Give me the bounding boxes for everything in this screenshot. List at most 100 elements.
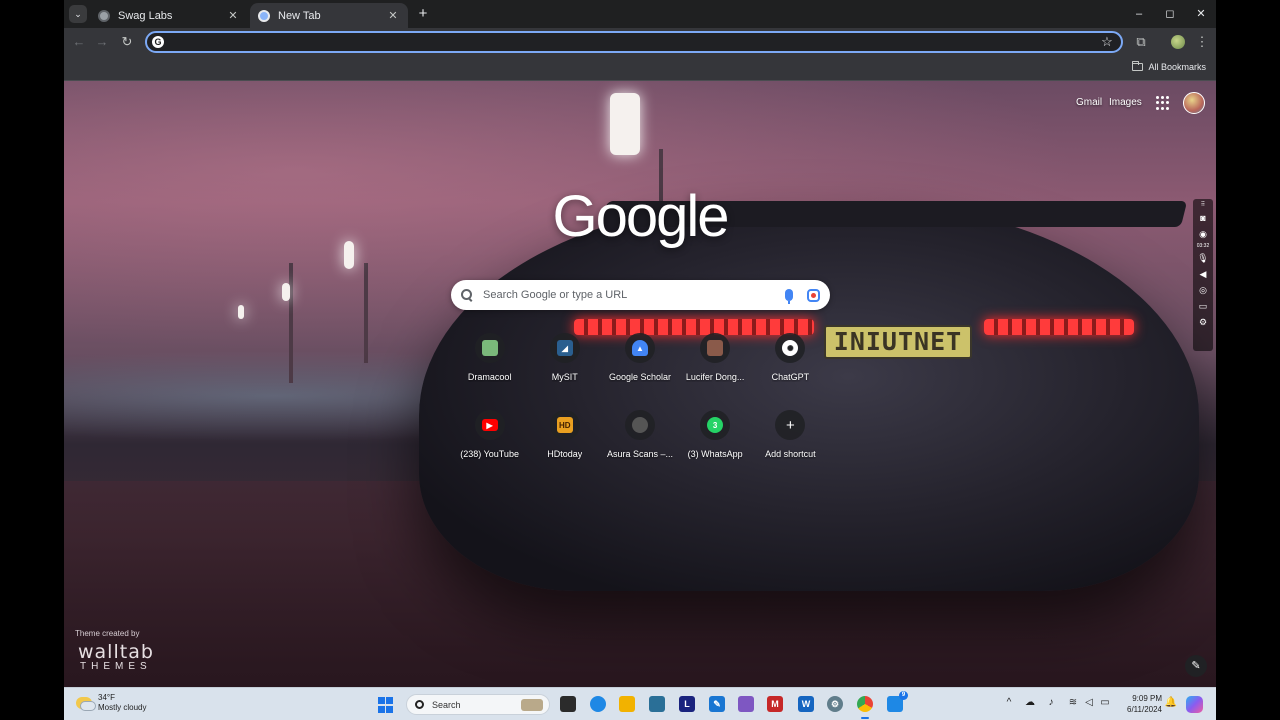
mic-tray-icon[interactable]: ♪: [1044, 697, 1058, 708]
search-highlight-icon: [521, 698, 543, 711]
lucifer-icon: [707, 340, 724, 356]
bookmarks-bar: All Bookmarks: [64, 56, 1216, 81]
teams-icon[interactable]: 9: [887, 691, 908, 712]
whiteboard-icon[interactable]: ✎: [709, 696, 725, 712]
tab-swag-labs[interactable]: Swag Labs ✕: [90, 3, 248, 28]
shortcut-youtube[interactable]: ▶ (238) YouTube: [452, 404, 527, 474]
shortcut-icon-bg: ▲: [624, 333, 655, 363]
ntp-search-input[interactable]: [483, 289, 785, 301]
close-window-button[interactable]: ✕: [1191, 5, 1211, 23]
task-view-icon[interactable]: [560, 696, 576, 712]
shortcut-label: Dramacool: [467, 372, 512, 382]
extensions-icon[interactable]: ⧉: [1131, 32, 1151, 52]
folder-icon: [1132, 61, 1144, 71]
shortcut-icon-bg: [624, 410, 655, 440]
forward-button[interactable]: →: [92, 32, 112, 52]
chevron-down-icon: ⌄: [74, 8, 82, 19]
shortcut-add[interactable]: + Add shortcut: [753, 404, 828, 474]
wifi-icon[interactable]: ≋: [1066, 697, 1080, 708]
shortcut-dramacool[interactable]: Dramacool: [452, 327, 527, 397]
shortcut-mysit[interactable]: ◢ MySIT: [527, 327, 602, 397]
google-apps-icon[interactable]: [1156, 96, 1170, 110]
shortcut-label: ChatGPT: [771, 372, 810, 382]
reload-button[interactable]: ↻: [117, 32, 137, 52]
notes-app-icon[interactable]: [738, 696, 754, 712]
weather-widget[interactable]: 34°F Mostly cloudy: [76, 693, 146, 713]
notification-badge: 9: [899, 691, 908, 700]
theme-brand-logo[interactable]: walltab: [78, 641, 154, 663]
images-link[interactable]: Images: [1109, 97, 1142, 108]
windows-taskbar: 34°F Mostly cloudy Search L ✎ M W ⚙ 9 ^ …: [64, 687, 1216, 720]
tab-strip: ⌄ Swag Labs ✕ New Tab ✕ + – ◻ ✕: [64, 0, 1216, 28]
recorder-menu-icon[interactable]: ⠿: [1196, 201, 1210, 209]
record-icon[interactable]: ◉: [1196, 227, 1210, 241]
new-tab-button[interactable]: +: [414, 5, 432, 23]
store-icon[interactable]: [649, 696, 665, 712]
mcafee-icon[interactable]: M: [767, 696, 783, 712]
search-icon: [461, 289, 473, 301]
shortcut-asura-scans[interactable]: Asura Scans –...: [602, 404, 677, 474]
shortcut-whatsapp[interactable]: 3 (3) WhatsApp: [678, 404, 753, 474]
shortcut-label: (238) YouTube: [460, 449, 519, 459]
settings-gear-icon[interactable]: ⚙: [1196, 315, 1210, 329]
toolbar: ← → ↻ G ☆ ⧉ ⋮: [64, 28, 1216, 56]
shortcut-google-scholar[interactable]: ▲ Google Scholar: [602, 327, 677, 397]
menu-kebab-icon[interactable]: ⋮: [1192, 32, 1212, 52]
notification-bell-icon[interactable]: 🔔: [1164, 697, 1178, 708]
back-button[interactable]: ←: [69, 32, 89, 52]
chrome-taskbar-icon[interactable]: [857, 696, 873, 719]
profile-avatar[interactable]: [1171, 35, 1185, 49]
youtube-icon: ▶: [481, 419, 498, 431]
close-icon[interactable]: ✕: [386, 9, 400, 22]
gmail-link[interactable]: Gmail: [1076, 97, 1102, 108]
mysit-icon: ◢: [556, 340, 573, 356]
shortcut-lucifer[interactable]: Lucifer Dong...: [678, 327, 753, 397]
webcam-icon[interactable]: ◎: [1196, 283, 1210, 297]
word-icon[interactable]: W: [798, 696, 814, 712]
partly-cloudy-icon: [76, 697, 96, 711]
minimize-button[interactable]: –: [1129, 5, 1149, 23]
close-icon[interactable]: ✕: [226, 9, 240, 22]
shortcut-hdtoday[interactable]: HD HDtoday: [527, 404, 602, 474]
bookmark-star-icon[interactable]: ☆: [1097, 34, 1117, 50]
taskbar-search[interactable]: Search: [406, 694, 550, 715]
shortcut-icon-bg: ▶: [474, 410, 505, 440]
windows-start-icon[interactable]: [378, 697, 394, 713]
edge-icon[interactable]: [590, 696, 606, 712]
file-explorer-icon[interactable]: [619, 696, 635, 712]
shortcut-label: Add shortcut: [765, 449, 816, 459]
taskbar-search-label: Search: [432, 699, 461, 710]
shortcut-label: HDtoday: [547, 449, 583, 459]
recording-time: 03:32: [1196, 243, 1210, 249]
background-lamp: [610, 93, 640, 155]
settings-icon[interactable]: ⚙: [827, 696, 843, 712]
plus-icon: +: [785, 416, 795, 434]
maximize-button[interactable]: ◻: [1160, 5, 1180, 23]
all-bookmarks-button[interactable]: All Bookmarks: [1132, 61, 1206, 72]
account-avatar[interactable]: [1183, 92, 1205, 114]
taskbar-clock[interactable]: 9:09 PM 6/11/2024: [1120, 693, 1162, 715]
l-app-icon[interactable]: L: [679, 696, 695, 712]
address-bar[interactable]: G ☆: [145, 31, 1123, 53]
pencil-icon: ✎: [1191, 660, 1201, 672]
microphone-icon[interactable]: 🎙: [1196, 251, 1210, 265]
camera-icon[interactable]: ◙: [1196, 211, 1210, 225]
onedrive-icon[interactable]: ☁: [1023, 697, 1037, 708]
google-lens-icon[interactable]: [807, 288, 820, 302]
window-icon[interactable]: ▭: [1196, 299, 1210, 313]
shortcut-label: Google Scholar: [608, 372, 671, 382]
ntp-search-box[interactable]: [451, 280, 830, 310]
volume-icon[interactable]: ◁: [1082, 697, 1096, 708]
address-input[interactable]: [164, 35, 1097, 49]
tab-new-tab[interactable]: New Tab ✕: [250, 3, 408, 28]
tab-search-button[interactable]: ⌄: [69, 5, 87, 23]
battery-icon[interactable]: ▭: [1098, 697, 1112, 708]
speaker-icon[interactable]: ◀: [1196, 267, 1210, 281]
dramacool-icon: [481, 340, 498, 356]
customize-chrome-button[interactable]: ✎: [1185, 655, 1207, 677]
tray-chevron-icon[interactable]: ^: [1002, 697, 1016, 708]
tab-title: New Tab: [278, 9, 321, 22]
microphone-icon[interactable]: [785, 289, 793, 304]
shortcut-chatgpt[interactable]: ✺ ChatGPT: [753, 327, 828, 397]
copilot-icon[interactable]: [1186, 696, 1203, 713]
